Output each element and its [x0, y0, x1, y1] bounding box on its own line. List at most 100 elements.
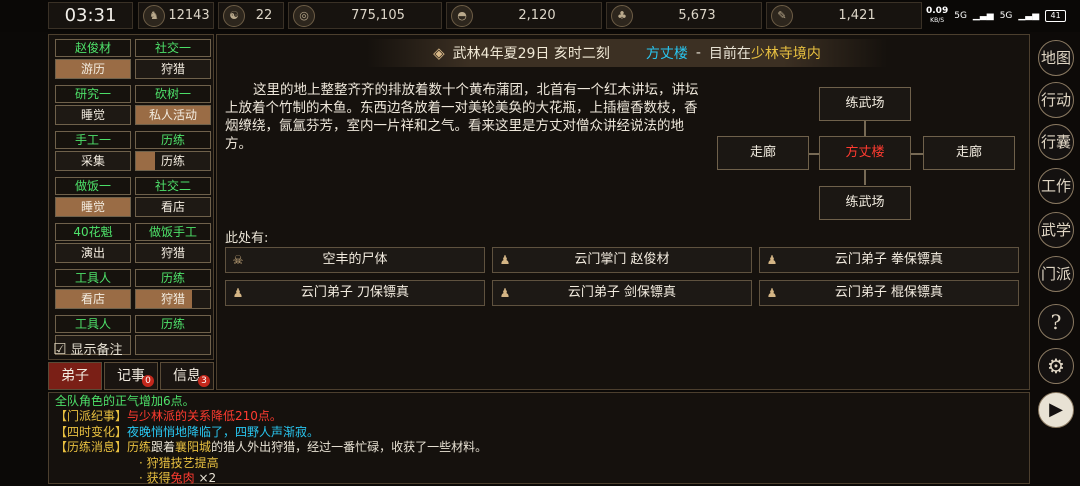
settings-icon[interactable]: ⚙ [1038, 348, 1074, 384]
game-clock: 03:31 [48, 2, 133, 29]
bag-icon[interactable]: 行囊 [1038, 124, 1074, 160]
disciple-name: 赵俊材 [55, 39, 131, 57]
signal-5g: 5G [999, 10, 1013, 21]
signal-bars-icon: ▁▃▅ [972, 10, 994, 21]
sect-icon[interactable]: 门派 [1038, 256, 1074, 292]
log-line: · 获得兔肉 ×2 [139, 471, 217, 486]
log-line: 【四时变化】夜晚悄悄地降临了，四野人声渐寂。 [55, 424, 320, 439]
coin-icon: ◎ [293, 4, 315, 27]
work-icon[interactable]: 工作 [1038, 168, 1074, 204]
stat-money[interactable]: ◎ 775,105 [288, 2, 442, 29]
entity-button[interactable]: ♟ 云门弟子 刀保镖真 [225, 280, 485, 306]
location-panel: ◈ 武林4年夏29日 亥时二刻 方丈楼 - 目前在少林寺境内 这里的地上整整齐齐… [216, 34, 1030, 390]
scroll-icon: ✎ [771, 4, 793, 27]
stat-herbs[interactable]: ♣ 5,673 [606, 2, 762, 29]
activity-progress: 游历 [55, 59, 131, 79]
signal-5g: 5G [954, 10, 967, 21]
disciple-card[interactable]: 历练 狩猎 [135, 269, 211, 311]
person-icon: ♟ [232, 286, 244, 300]
now-at-label: 目前在少林寺境内 [708, 46, 821, 62]
signal-bars-icon: ▁▃▅ [1018, 10, 1040, 21]
disciple-card[interactable]: 做饭手工 狩猎 [135, 223, 211, 265]
location-header: ◈ 武林4年夏29日 亥时二刻 方丈楼 - 目前在少林寺境内 [367, 39, 887, 67]
disciple-card[interactable]: 工具人 看店 [55, 269, 131, 311]
current-place: 方丈楼 [645, 46, 688, 62]
disciple-name: 砍树一 [135, 85, 211, 103]
stat-value: 12143 [168, 8, 210, 23]
activity-progress: 狩猎 [135, 289, 211, 309]
scroll-icon: ◈ [433, 44, 445, 62]
disciple-card[interactable]: 40花魁演出 [55, 223, 131, 265]
skull-icon: ☠ [232, 253, 244, 267]
notification-badge: 0 [142, 375, 154, 387]
entity-button[interactable]: ♟ 云门掌门 赵俊材 [492, 247, 752, 273]
stat-reputation[interactable]: ♞ 12143 [138, 2, 214, 29]
map-room-east[interactable]: 走廊 [923, 136, 1015, 170]
map-room-south[interactable]: 练武场 [819, 186, 911, 220]
activity-progress: 狩猎 [135, 243, 211, 263]
disciple-panel[interactable]: 赵俊材 游历 社交一 狩猎 研究一 睡觉 砍树一 私人活动 手工一 采集 历练 历练 做饭一 睡觉 社交二看… [48, 34, 214, 360]
disciple-card[interactable]: 研究一 睡觉 [55, 85, 131, 127]
disciple-card[interactable]: 社交二 看店 [135, 177, 211, 219]
disciple-card[interactable]: 手工一 采集 [55, 131, 131, 173]
battery-icon: 41 [1045, 9, 1066, 22]
activity-progress: 看店 [135, 197, 211, 217]
map-icon[interactable]: 地图 [1038, 40, 1074, 76]
activity-label: 睡觉 [80, 108, 105, 122]
activity-progress: 演出 [55, 243, 131, 263]
disciple-name: 社交二 [135, 177, 211, 195]
tab-disciples[interactable]: 弟子 [48, 362, 102, 390]
stat-morality[interactable]: ☯ 22 [218, 2, 284, 29]
disciple-name: 历练 [135, 269, 211, 287]
disciple-card[interactable]: 赵俊材 游历 [55, 39, 131, 81]
stat-materials[interactable]: ✎ 1,421 [766, 2, 922, 29]
activity-label: 游历 [80, 62, 105, 76]
entity-button[interactable]: ☠ 空丰的尸体 [225, 247, 485, 273]
activity-progress: 睡觉 [55, 197, 131, 217]
activity-label: 私人活动 [148, 108, 197, 122]
activity-label: 演出 [80, 246, 105, 260]
map-room-north[interactable]: 练武场 [819, 87, 911, 121]
play-icon[interactable]: ▶ [1038, 392, 1074, 428]
martial-icon[interactable]: 武学 [1038, 212, 1074, 248]
map-room-current: 方丈楼 [819, 136, 911, 170]
disciple-name: 社交一 [135, 39, 211, 57]
map-room-west[interactable]: 走廊 [717, 136, 809, 170]
stat-value: 5,673 [678, 8, 716, 23]
message-log[interactable]: 全队角色的正气增加6点。 【门派纪事】与少林派的关系降低210点。 【四时变化】… [48, 392, 1030, 486]
entity-label: 空丰的尸体 [322, 252, 388, 267]
entity-label: 云门弟子 拳保镖真 [834, 252, 944, 267]
entity-button[interactable]: ♟ 云门弟子 剑保镖真 [492, 280, 752, 306]
action-icon[interactable]: 行动 [1038, 82, 1074, 118]
activity-progress: 狩猎 [135, 59, 211, 79]
activity-progress [135, 335, 211, 355]
notification-badge: 3 [198, 375, 210, 387]
tab-records[interactable]: 记事 0 [104, 362, 158, 390]
show-note-toggle[interactable]: ☑ 显示备注 [53, 339, 122, 359]
disciple-name: 研究一 [55, 85, 131, 103]
checkbox-icon[interactable]: ☑ [53, 340, 66, 358]
person-icon: ♟ [499, 286, 511, 300]
entity-label: 云门弟子 棍保镖真 [834, 285, 944, 300]
stat-value: 775,105 [351, 8, 405, 23]
activity-label: 历练 [160, 154, 185, 168]
stat-value: 1,421 [838, 8, 876, 23]
disciple-name: 40花魁 [55, 223, 131, 241]
yin-yang-icon: ☯ [223, 4, 245, 27]
tab-info[interactable]: 信息 3 [160, 362, 214, 390]
stat-food[interactable]: ◓ 2,120 [446, 2, 602, 29]
disciple-card[interactable]: 历练 [135, 315, 211, 357]
disciple-card[interactable]: 做饭一 睡觉 [55, 177, 131, 219]
location-description: 这里的地上整整齐齐的排放着数十个黄布蒲团，北首有一个红木讲坛，讲坛上放着个竹制的… [225, 82, 699, 152]
disciple-card[interactable]: 社交一 狩猎 [135, 39, 211, 81]
disciple-card[interactable]: 历练 历练 [135, 131, 211, 173]
separator: - [695, 45, 701, 61]
entity-button[interactable]: ♟ 云门弟子 拳保镖真 [759, 247, 1019, 273]
disciple-card[interactable]: 砍树一 私人活动 [135, 85, 211, 127]
log-line: · 狩猎技艺提高 [139, 455, 219, 470]
entity-button[interactable]: ♟ 云门弟子 棍保镖真 [759, 280, 1019, 306]
help-icon[interactable]: ? [1038, 304, 1074, 340]
top-bar: 03:31 ♞ 12143 ☯ 22 ◎ 775,105 ◓ 2,120 ♣ 5… [0, 0, 1080, 32]
head-icon: ♞ [143, 4, 165, 27]
here-label: 此处有: [225, 231, 269, 246]
